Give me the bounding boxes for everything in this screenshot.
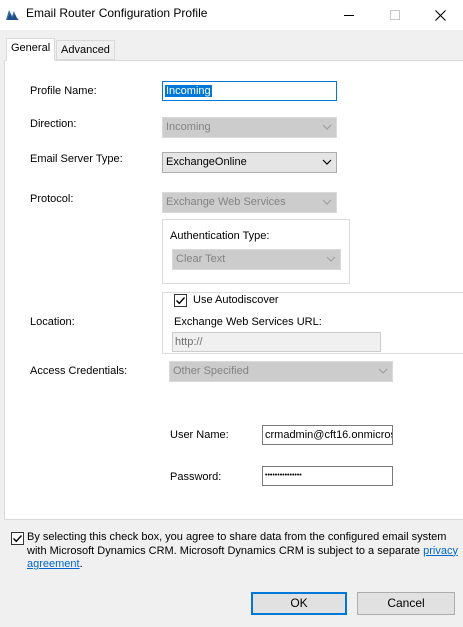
- consent-line-3: agreement.: [27, 558, 463, 572]
- authentication-type-label: Authentication Type:: [170, 230, 270, 242]
- consent-line-1: By selecting this check box, you agree t…: [27, 531, 447, 543]
- user-name-input[interactable]: crmadmin@cft16.onmicros: [262, 425, 393, 445]
- profile-name-value: Incoming: [165, 85, 212, 97]
- consent-checkbox[interactable]: [11, 532, 24, 545]
- consent-line-2-text: with Microsoft Dynamics CRM. Microsoft D…: [27, 544, 424, 557]
- ews-url-placeholder: http://: [175, 336, 203, 348]
- password-value: •••••••••••••••: [265, 472, 302, 479]
- maximize-button[interactable]: [372, 0, 418, 30]
- direction-value: Incoming: [166, 121, 211, 133]
- maximize-icon: [390, 10, 400, 20]
- privacy-link-part1[interactable]: privacy: [423, 545, 458, 557]
- authentication-type-value: Clear Text: [176, 253, 226, 265]
- privacy-link-part2[interactable]: agreement: [27, 558, 80, 570]
- user-name-label: User Name:: [170, 429, 229, 441]
- tab-advanced[interactable]: Advanced: [56, 40, 115, 60]
- email-server-type-select[interactable]: ExchangeOnline: [162, 152, 337, 173]
- access-credentials-value: Other Specified: [173, 365, 249, 377]
- profile-name-input[interactable]: Incoming: [162, 81, 337, 101]
- chevron-down-icon: [322, 199, 332, 205]
- access-credentials-label: Access Credentials:: [30, 365, 128, 377]
- window-title: Email Router Configuration Profile: [26, 6, 208, 20]
- email-server-type-value: ExchangeOnline: [166, 156, 247, 168]
- password-input[interactable]: •••••••••••••••: [262, 466, 393, 486]
- profile-name-label: Profile Name:: [30, 85, 97, 97]
- crm-app-icon: [5, 7, 20, 22]
- checkmark-icon: [176, 297, 186, 305]
- minimize-button[interactable]: [326, 0, 372, 30]
- ews-url-input[interactable]: http://: [172, 332, 381, 352]
- consent-suffix: .: [79, 558, 83, 570]
- chevron-down-icon: [322, 159, 332, 165]
- ok-button[interactable]: OK: [251, 592, 347, 615]
- consent-line-2: with Microsoft Dynamics CRM. Microsoft D…: [27, 545, 463, 559]
- chevron-down-icon: [378, 368, 388, 374]
- cancel-button[interactable]: Cancel: [357, 592, 455, 615]
- user-name-value: crmadmin@cft16.onmicros: [265, 429, 393, 441]
- direction-label: Direction:: [30, 118, 77, 130]
- password-label: Password:: [170, 471, 222, 483]
- protocol-value: Exchange Web Services: [166, 196, 286, 208]
- close-button[interactable]: [417, 0, 463, 30]
- chevron-down-icon: [326, 256, 336, 262]
- email-server-type-label: Email Server Type:: [30, 153, 123, 165]
- tab-general[interactable]: General: [6, 38, 56, 61]
- consent-text: By selecting this check box, you agree t…: [27, 531, 463, 572]
- chevron-down-icon: [322, 124, 332, 130]
- checkmark-icon: [13, 535, 23, 543]
- protocol-label: Protocol:: [30, 193, 74, 205]
- title-bar: Email Router Configuration Profile: [0, 0, 463, 30]
- use-autodiscover-checkbox[interactable]: [174, 294, 187, 307]
- location-label: Location:: [30, 316, 75, 328]
- access-credentials-select[interactable]: Other Specified: [169, 361, 393, 382]
- close-icon: [434, 9, 446, 21]
- direction-select[interactable]: Incoming: [162, 117, 337, 138]
- minimize-icon: [344, 15, 354, 16]
- protocol-select[interactable]: Exchange Web Services: [162, 192, 337, 213]
- authentication-type-select[interactable]: Clear Text: [172, 249, 341, 270]
- use-autodiscover-label: Use Autodiscover: [193, 294, 279, 306]
- ews-url-label: Exchange Web Services URL:: [174, 316, 322, 328]
